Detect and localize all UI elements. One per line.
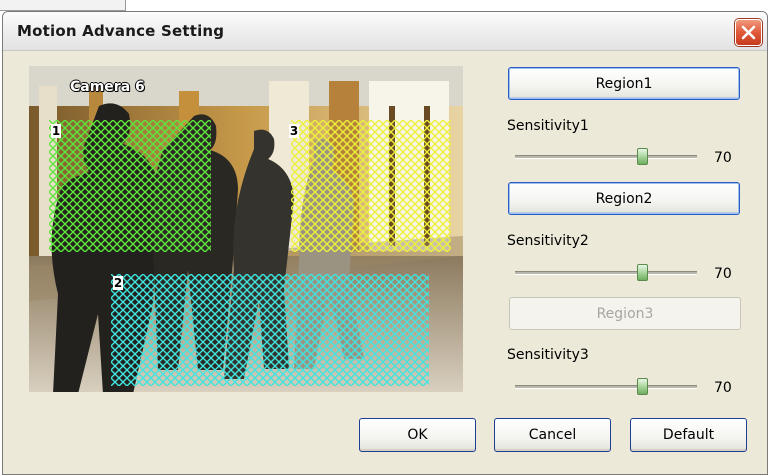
sensitivity1-slider-thumb[interactable] <box>637 148 648 165</box>
region-1-number: 1 <box>51 124 61 138</box>
background-tab <box>0 0 126 11</box>
sensitivity2-slider-track[interactable] <box>515 271 697 275</box>
motion-region-3[interactable] <box>291 120 451 252</box>
camera-preview[interactable]: Camera 6 1 3 2 <box>29 66 463 392</box>
window-title: Motion Advance Setting <box>17 22 225 40</box>
sensitivity3-label: Sensitivity3 <box>507 347 589 363</box>
region3-button[interactable]: Region3 <box>509 297 741 330</box>
cancel-button[interactable]: Cancel <box>494 418 611 452</box>
region1-button[interactable]: Region1 <box>508 67 740 100</box>
sensitivity1-value: 70 <box>714 150 732 166</box>
region-3-number: 3 <box>289 124 299 138</box>
title-bar[interactable]: Motion Advance Setting <box>3 12 767 51</box>
sensitivity2-label: Sensitivity2 <box>507 233 589 249</box>
camera-label: Camera 6 <box>70 79 145 95</box>
region-2-number: 2 <box>113 276 123 290</box>
sensitivity1-slider-track[interactable] <box>515 155 697 159</box>
motion-region-1[interactable] <box>49 120 211 252</box>
sensitivity2-slider-thumb[interactable] <box>637 264 648 281</box>
region2-button[interactable]: Region2 <box>508 182 740 215</box>
sensitivity3-slider-track[interactable] <box>515 385 697 389</box>
sensitivity3-value: 70 <box>714 380 732 396</box>
motion-advance-dialog: Motion Advance Setting Camera 6 1 3 2 Re… <box>2 11 768 475</box>
default-button[interactable]: Default <box>630 418 747 452</box>
motion-region-2[interactable] <box>111 274 429 386</box>
ok-button[interactable]: OK <box>359 418 476 452</box>
sensitivity2-value: 70 <box>714 266 732 282</box>
close-button[interactable] <box>735 19 762 46</box>
sensitivity3-slider-thumb[interactable] <box>637 378 648 395</box>
close-icon <box>741 25 756 40</box>
sensitivity1-label: Sensitivity1 <box>507 118 589 134</box>
